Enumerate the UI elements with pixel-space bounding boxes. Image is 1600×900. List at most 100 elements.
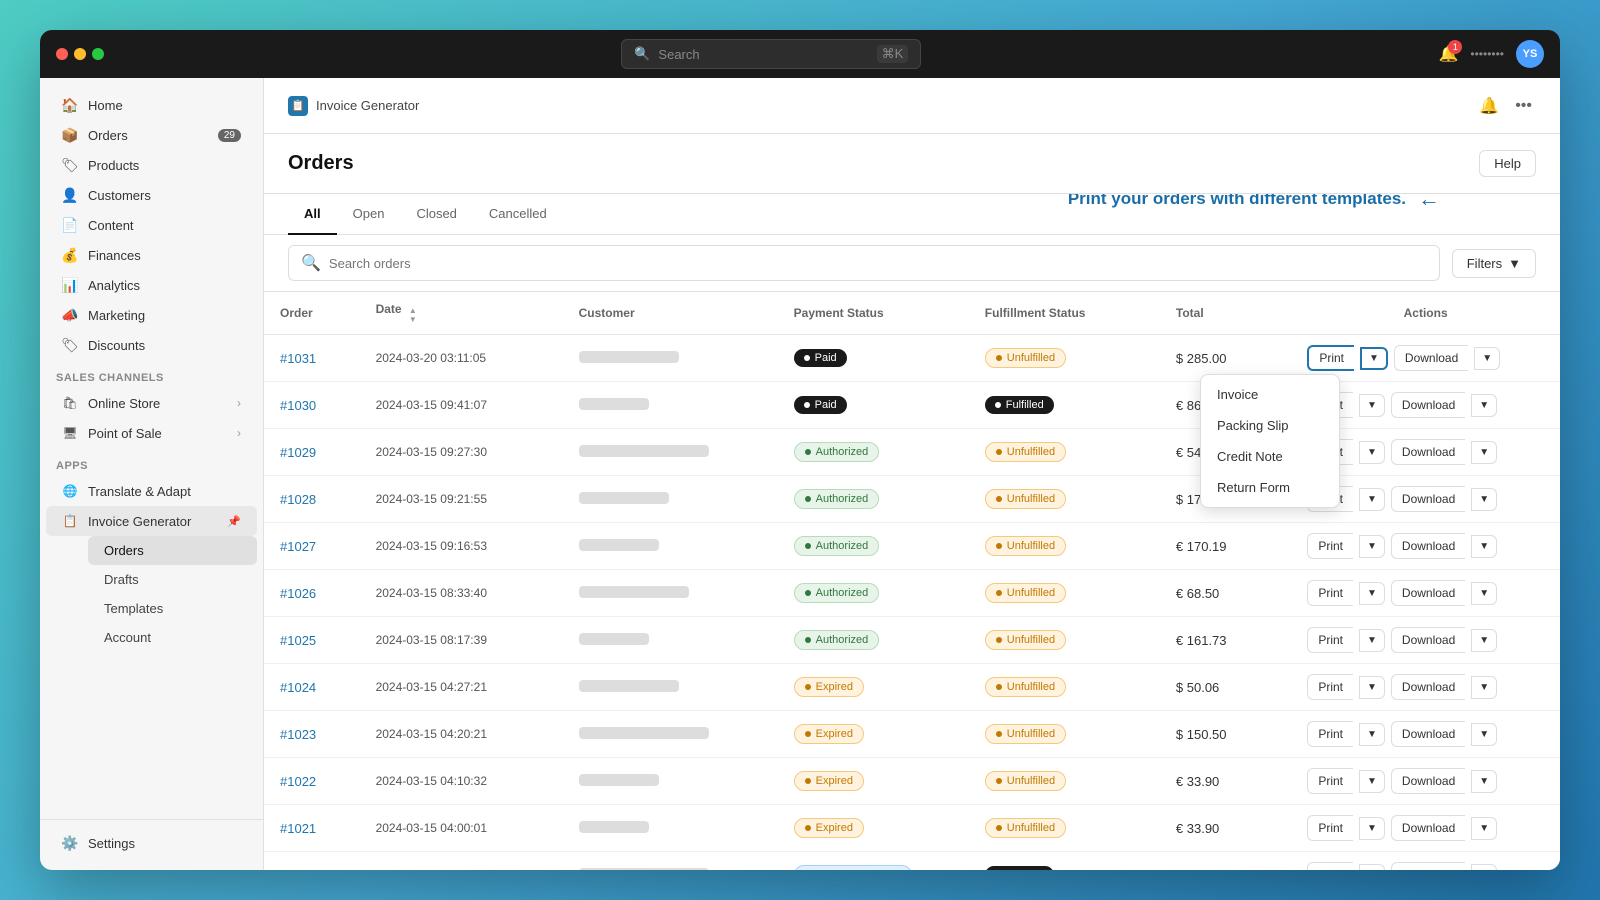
print-dropdown-arrow[interactable]: ▼ (1360, 347, 1388, 370)
print-dropdown-arrow[interactable]: ▼ (1359, 488, 1385, 511)
download-dropdown-arrow[interactable]: ▼ (1471, 723, 1497, 746)
print-dropdown-arrow[interactable]: ▼ (1359, 676, 1385, 699)
sidebar-item-discounts[interactable]: 🏷 Discounts (46, 330, 257, 360)
sidebar-item-home[interactable]: 🏠 Home (46, 90, 257, 120)
download-dropdown-arrow[interactable]: ▼ (1471, 535, 1497, 558)
tab-all[interactable]: All (288, 194, 337, 235)
download-button[interactable]: Download (1391, 392, 1465, 418)
order-number[interactable]: #1030 (280, 398, 316, 413)
order-number[interactable]: #1029 (280, 445, 316, 460)
notifications-button[interactable]: 🔔 1 (1438, 44, 1458, 64)
print-dropdown-arrow[interactable]: ▼ (1359, 582, 1385, 605)
download-dropdown-arrow[interactable]: ▼ (1471, 676, 1497, 699)
download-button[interactable]: Download (1391, 533, 1465, 559)
minimize-button[interactable] (74, 48, 86, 60)
print-button[interactable]: Print (1307, 815, 1353, 841)
download-dropdown-arrow[interactable]: ▼ (1471, 770, 1497, 793)
sidebar-item-online-store[interactable]: 🛍 Online Store › (46, 388, 257, 418)
print-dropdown-arrow[interactable]: ▼ (1359, 723, 1385, 746)
download-dropdown-arrow[interactable]: ▼ (1471, 817, 1497, 840)
maximize-button[interactable] (92, 48, 104, 60)
col-header-date[interactable]: Date ▲▼ (360, 292, 563, 335)
sidebar-subitem-drafts[interactable]: Drafts (88, 565, 257, 594)
sidebar-item-settings[interactable]: ⚙️ Settings (46, 828, 257, 858)
search-input[interactable] (329, 256, 1427, 271)
tab-cancelled[interactable]: Cancelled (473, 194, 563, 235)
print-dropdown-arrow[interactable]: ▼ (1359, 441, 1385, 464)
close-button[interactable] (56, 48, 68, 60)
fulfillment-status-cell: Fulfilled (969, 852, 1160, 871)
dropdown-item-packing-slip[interactable]: Packing Slip (1201, 410, 1339, 441)
sidebar-subitem-templates[interactable]: Templates (88, 594, 257, 623)
order-number[interactable]: #1026 (280, 586, 316, 601)
download-button[interactable]: Download (1391, 486, 1465, 512)
global-search[interactable]: 🔍 Search ⌘K (621, 39, 921, 69)
more-options-icon[interactable]: ••• (1511, 93, 1536, 119)
order-search[interactable]: 🔍 (288, 245, 1440, 281)
download-button[interactable]: Download (1391, 862, 1465, 870)
download-button[interactable]: Download (1391, 439, 1465, 465)
print-button[interactable]: Print (1307, 721, 1353, 747)
customer-cell (563, 570, 778, 617)
download-dropdown-arrow[interactable]: ▼ (1471, 441, 1497, 464)
print-button[interactable]: Print (1307, 580, 1353, 606)
help-button[interactable]: Help (1479, 150, 1536, 177)
print-dropdown-arrow[interactable]: ▼ (1359, 770, 1385, 793)
print-dropdown-arrow[interactable]: ▼ (1359, 535, 1385, 558)
dropdown-item-return-form[interactable]: Return Form (1201, 472, 1339, 503)
tab-closed[interactable]: Closed (400, 194, 472, 235)
print-dropdown-arrow[interactable]: ▼ (1359, 629, 1385, 652)
order-number[interactable]: #1020 (280, 868, 316, 871)
bell-icon[interactable]: 🔔 (1475, 92, 1503, 120)
print-button[interactable]: Print (1307, 674, 1353, 700)
sidebar-subitem-account[interactable]: Account (88, 623, 257, 652)
dropdown-item-invoice[interactable]: Invoice (1201, 379, 1339, 410)
download-button[interactable]: Download (1391, 815, 1465, 841)
sidebar-item-orders[interactable]: 📦 Orders 29 (46, 120, 257, 150)
download-button[interactable]: Download (1391, 674, 1465, 700)
sidebar-item-invoice-generator[interactable]: 📋 Invoice Generator 📌 (46, 506, 257, 536)
sidebar-item-translate[interactable]: 🌐 Translate & Adapt (46, 476, 257, 506)
sidebar-item-analytics[interactable]: 📊 Analytics (46, 270, 257, 300)
download-dropdown-arrow[interactable]: ▼ (1474, 347, 1500, 370)
download-dropdown-arrow[interactable]: ▼ (1471, 582, 1497, 605)
payment-badge: Authorized (794, 489, 880, 509)
sidebar-item-marketing[interactable]: 📣 Marketing (46, 300, 257, 330)
print-button[interactable]: Print (1307, 345, 1354, 371)
sidebar-item-content[interactable]: 📄 Content (46, 210, 257, 240)
order-number[interactable]: #1024 (280, 680, 316, 695)
order-number[interactable]: #1031 (280, 351, 316, 366)
download-dropdown-arrow[interactable]: ▼ (1471, 864, 1497, 871)
sidebar-item-products[interactable]: 🏷 Products (46, 150, 257, 180)
order-number[interactable]: #1023 (280, 727, 316, 742)
avatar[interactable]: YS (1516, 40, 1544, 68)
download-dropdown-arrow[interactable]: ▼ (1471, 488, 1497, 511)
print-button[interactable]: Print (1307, 533, 1353, 559)
download-dropdown-arrow[interactable]: ▼ (1471, 629, 1497, 652)
sidebar-item-finances[interactable]: 💰 Finances (46, 240, 257, 270)
order-number[interactable]: #1028 (280, 492, 316, 507)
print-dropdown-arrow[interactable]: ▼ (1359, 864, 1385, 871)
filters-button[interactable]: Filters ▼ (1452, 249, 1536, 278)
sidebar-subitem-orders[interactable]: Orders (88, 536, 257, 565)
download-button[interactable]: Download (1391, 768, 1465, 794)
download-button[interactable]: Download (1391, 627, 1465, 653)
sidebar-item-label: Translate & Adapt (88, 484, 191, 499)
print-dropdown-arrow[interactable]: ▼ (1359, 817, 1385, 840)
order-number[interactable]: #1022 (280, 774, 316, 789)
order-number[interactable]: #1025 (280, 633, 316, 648)
print-button[interactable]: Print (1307, 627, 1353, 653)
download-button[interactable]: Download (1391, 580, 1465, 606)
print-dropdown-arrow[interactable]: ▼ (1359, 394, 1385, 417)
dropdown-item-credit-note[interactable]: Credit Note (1201, 441, 1339, 472)
download-button[interactable]: Download (1391, 721, 1465, 747)
download-button[interactable]: Download (1394, 345, 1468, 371)
tab-open[interactable]: Open (337, 194, 401, 235)
sidebar-item-customers[interactable]: 👤 Customers (46, 180, 257, 210)
sidebar-item-pos[interactable]: 🖥 Point of Sale › (46, 418, 257, 448)
download-dropdown-arrow[interactable]: ▼ (1471, 394, 1497, 417)
print-button[interactable]: Print (1307, 768, 1353, 794)
print-button[interactable]: Print (1307, 862, 1353, 870)
order-number[interactable]: #1027 (280, 539, 316, 554)
order-number[interactable]: #1021 (280, 821, 316, 836)
